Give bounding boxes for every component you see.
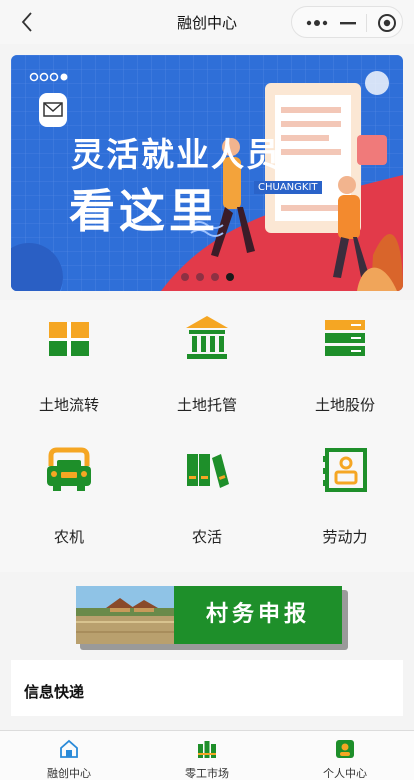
grid-item-label: 农活 <box>191 528 222 546</box>
banner-title-line1: 灵活就业人员 <box>71 135 281 174</box>
mini-program-capsule <box>291 6 403 38</box>
grid-item-label: 劳动力 <box>322 528 368 546</box>
carousel-indicator <box>181 273 234 281</box>
tab-label: 零工市场 <box>185 767 229 780</box>
grid-item-land-shares[interactable]: 土地股份 <box>276 300 414 430</box>
capsule-divider <box>366 14 367 32</box>
carousel-dot[interactable] <box>196 273 204 281</box>
box-icon <box>49 322 89 356</box>
grid-item-land-transfer[interactable]: 土地流转 <box>0 300 138 430</box>
info-section-title: 信息快递 <box>24 683 85 701</box>
home-icon <box>60 739 78 758</box>
profile-icon <box>336 740 354 758</box>
promo-banner[interactable]: 灵活就业人员 看这里 CHUANGKIT <box>11 55 403 291</box>
tab-label: 融创中心 <box>47 767 91 780</box>
more-dots-icon[interactable] <box>304 15 330 31</box>
village-report-button[interactable]: 村务申报 <box>76 586 348 650</box>
grid-item-label: 土地股份 <box>314 396 375 414</box>
minimize-icon[interactable] <box>339 15 357 31</box>
market-icon <box>198 741 216 758</box>
grid-item-farm-work[interactable]: 农活 <box>138 432 276 562</box>
tab-personal-center[interactable]: 个人中心 <box>276 731 414 780</box>
server-stack-icon <box>325 320 365 356</box>
info-section: 信息快递 <box>11 660 403 716</box>
lake-scene-image <box>76 586 174 644</box>
bottom-tab-bar: 融创中心 零工市场 个人中心 <box>0 730 414 780</box>
carousel-dot[interactable] <box>211 273 219 281</box>
id-card-icon <box>323 448 367 492</box>
grid-item-land-trust[interactable]: 土地托管 <box>138 300 276 430</box>
report-label-panel: 村务申报 <box>174 586 342 644</box>
service-grid: 土地流转 土地托管 土地股份 农机 农活 劳动力 <box>0 300 414 572</box>
carousel-dot-active[interactable] <box>226 273 234 281</box>
carousel-dot[interactable] <box>181 273 189 281</box>
top-nav-bar: 融创中心 <box>0 0 414 44</box>
tab-gig-market[interactable]: 零工市场 <box>138 731 276 780</box>
tab-label: 个人中心 <box>323 767 367 780</box>
grid-item-farm-machine[interactable]: 农机 <box>0 432 138 562</box>
banner-title-line2: 看这里 <box>69 184 219 238</box>
grid-item-labor[interactable]: 劳动力 <box>276 432 414 562</box>
grid-item-label: 土地流转 <box>38 396 99 414</box>
banner-tag: CHUANGKIT <box>254 181 322 194</box>
grid-item-label: 农机 <box>53 528 84 546</box>
close-target-icon[interactable] <box>376 12 398 34</box>
bank-icon <box>186 316 228 359</box>
report-label: 村务申报 <box>205 602 310 627</box>
grid-item-label: 土地托管 <box>176 396 237 414</box>
tab-rongchuang-center[interactable]: 融创中心 <box>0 731 138 780</box>
tools-icon <box>187 454 229 488</box>
tractor-icon <box>47 447 91 491</box>
